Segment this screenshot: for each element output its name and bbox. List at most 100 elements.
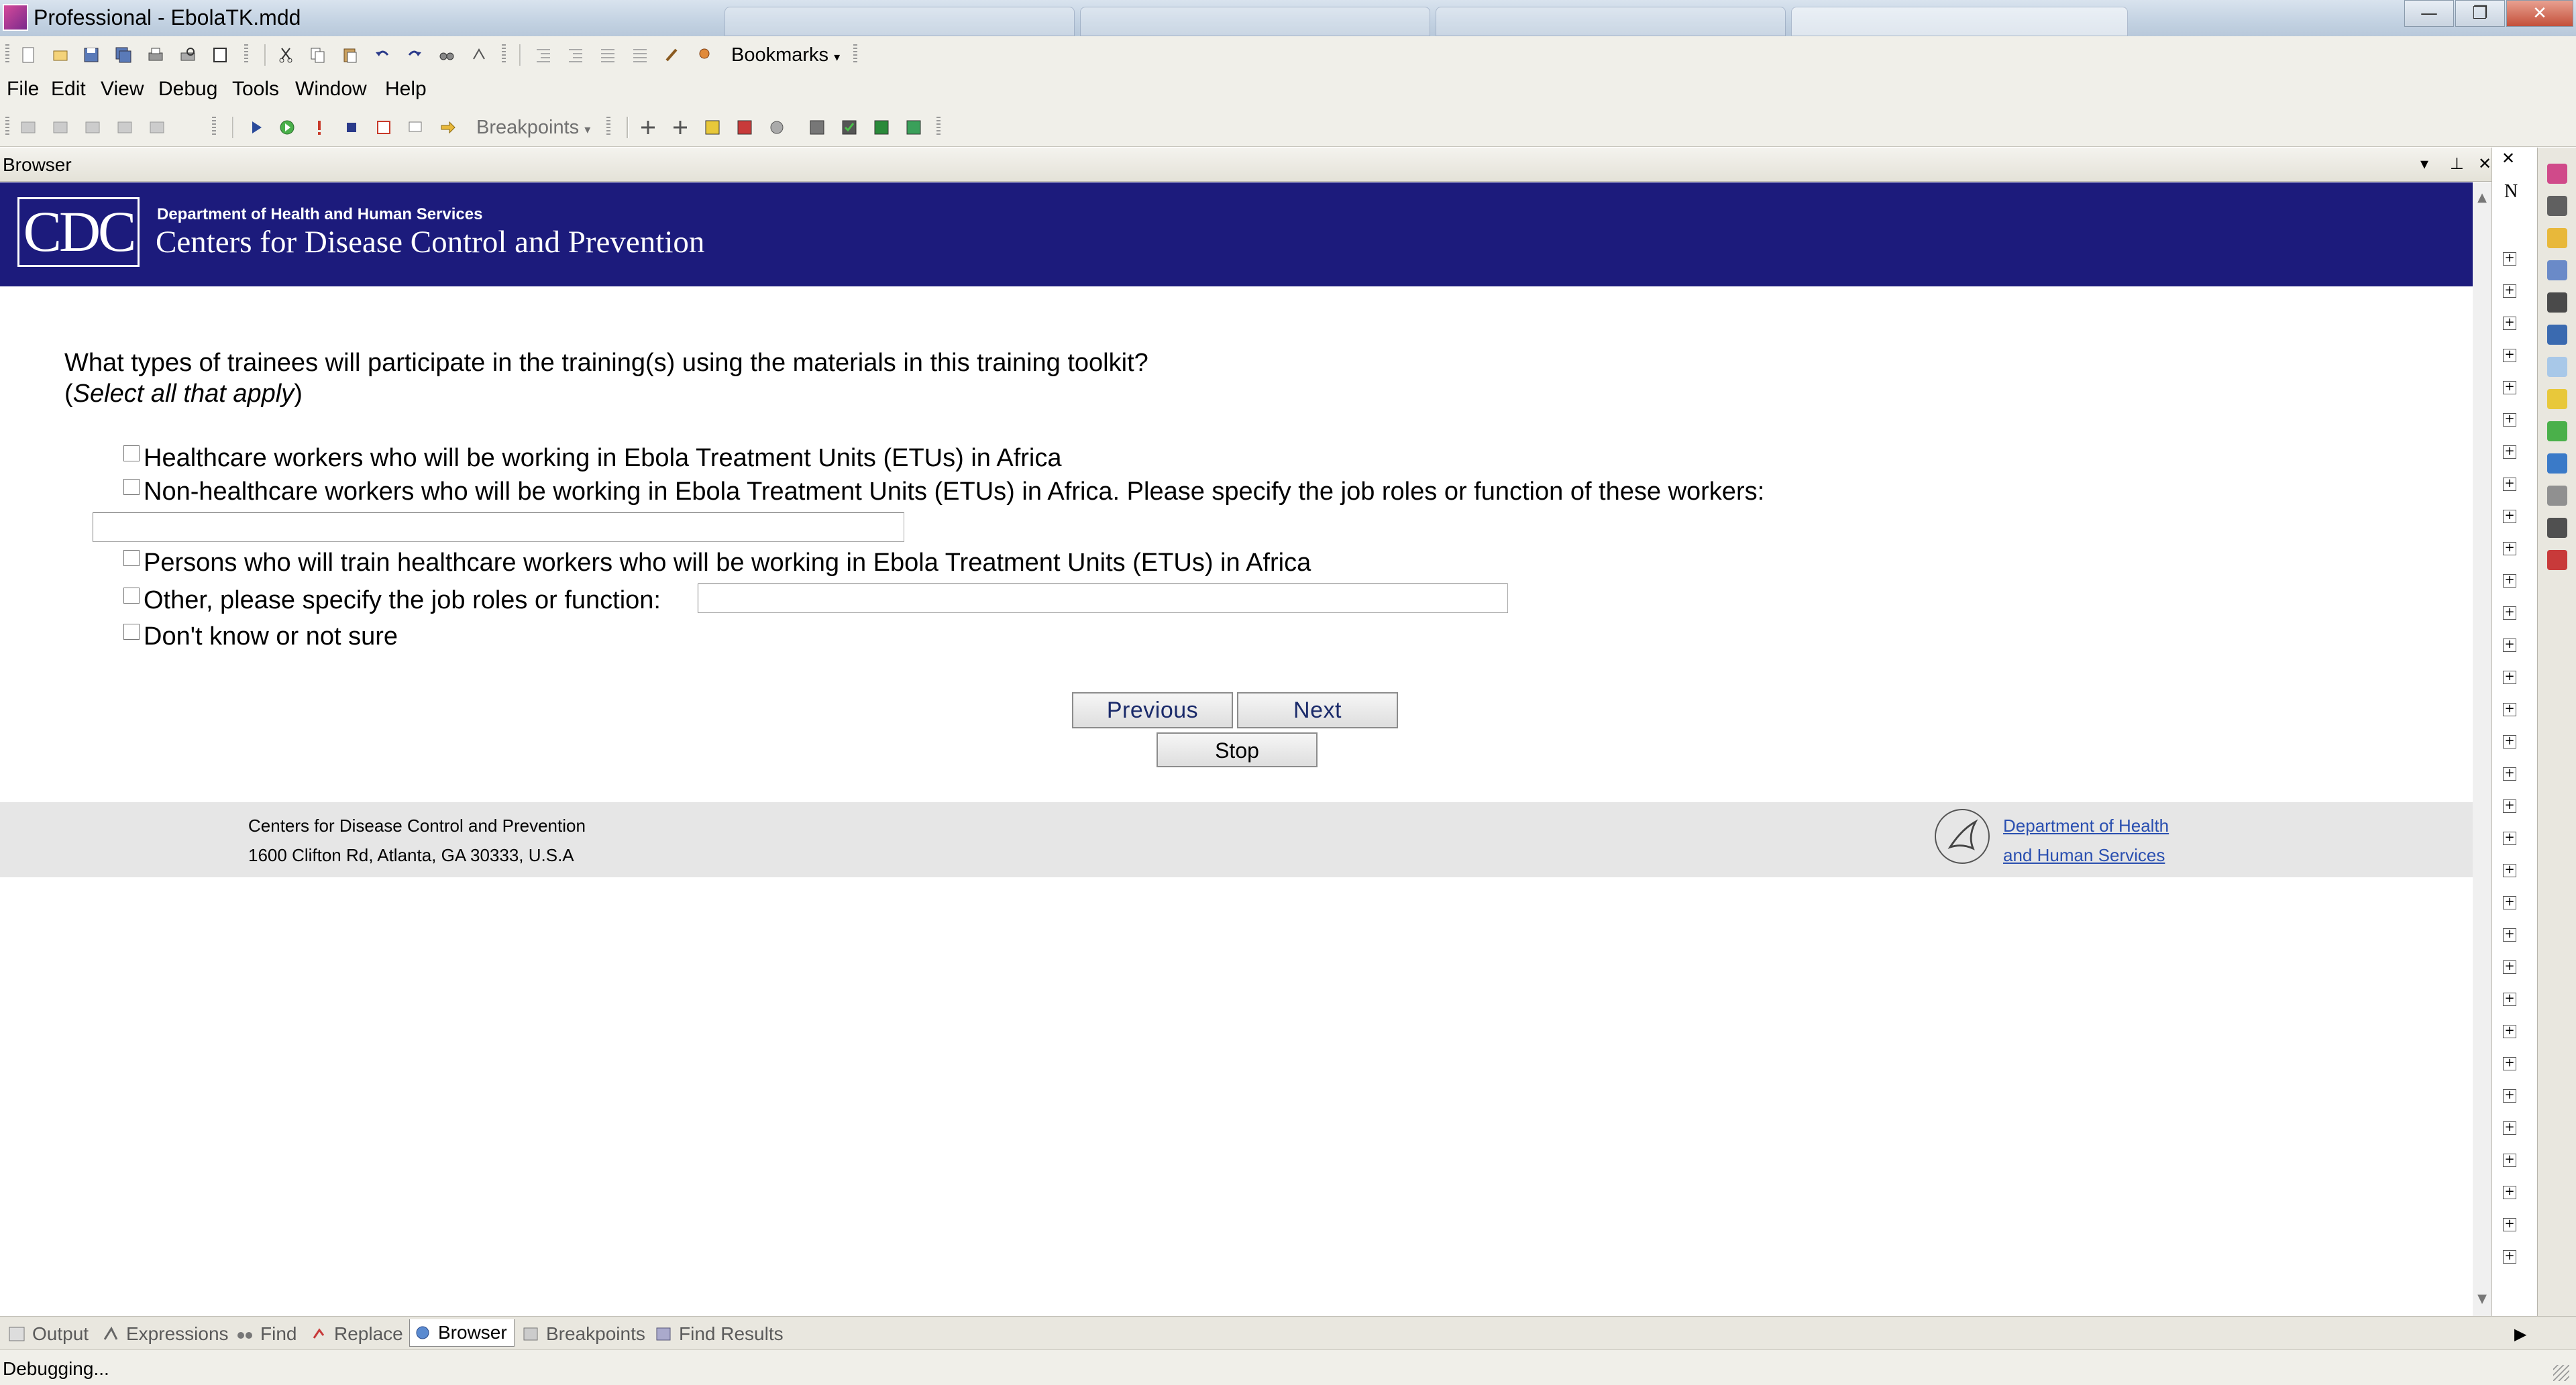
toolbar-overflow[interactable]	[606, 117, 610, 137]
option-dont-know[interactable]: Don't know or not sure	[123, 622, 398, 651]
replace-icon[interactable]	[470, 46, 488, 64]
expand-node-icon[interactable]: +	[2503, 639, 2516, 652]
comment-icon[interactable]	[598, 46, 617, 64]
show-next-icon[interactable]	[407, 118, 425, 137]
dock-tool-icon[interactable]	[2547, 518, 2567, 538]
checkbox[interactable]	[123, 479, 140, 495]
expand-node-icon[interactable]: +	[2503, 413, 2516, 427]
minimize-button[interactable]: —	[2404, 0, 2454, 27]
menu-help[interactable]: Help	[385, 78, 427, 101]
hhs-link[interactable]: and Human Services	[2003, 845, 2165, 866]
save-icon[interactable]	[82, 46, 101, 64]
toolbar-overflow[interactable]	[212, 117, 216, 137]
expand-node-icon[interactable]: +	[2503, 381, 2516, 394]
settings-icon[interactable]	[767, 118, 786, 137]
option-other[interactable]: Other, please specify the job roles or f…	[123, 586, 661, 615]
expand-node-icon[interactable]: +	[2503, 478, 2516, 491]
expand-node-icon[interactable]: +	[2503, 767, 2516, 781]
dock-tool-icon[interactable]	[2547, 486, 2567, 506]
expand-node-icon[interactable]: +	[2503, 735, 2516, 749]
checkbox[interactable]	[123, 445, 140, 461]
non-healthcare-specify-input[interactable]	[93, 512, 904, 542]
scroll-down-icon[interactable]: ▼	[2473, 1289, 2491, 1309]
dock-tool-icon[interactable]	[2547, 550, 2567, 570]
find-icon[interactable]	[437, 46, 456, 64]
outdent-icon[interactable]	[534, 46, 553, 64]
print-preview-icon[interactable]	[178, 46, 197, 64]
dock-tool-icon[interactable]	[2547, 421, 2567, 441]
vertical-scrollbar[interactable]: ▲ ▼	[2473, 182, 2491, 1316]
restart-icon[interactable]	[374, 118, 393, 137]
menu-file[interactable]: File	[7, 78, 39, 101]
page-setup-icon[interactable]	[211, 46, 229, 64]
collapse-all-icon[interactable]	[671, 118, 690, 137]
expand-node-icon[interactable]: +	[2503, 1154, 2516, 1167]
stop-button[interactable]: Stop	[1157, 732, 1318, 767]
expand-node-icon[interactable]: +	[2503, 703, 2516, 716]
scroll-right-icon[interactable]: ▶	[2514, 1325, 2526, 1343]
insert-block-icon[interactable]	[83, 118, 102, 137]
expand-node-icon[interactable]: +	[2503, 1025, 2516, 1038]
checkbox[interactable]	[123, 624, 140, 640]
option-healthcare-workers[interactable]: Healthcare workers who will be working i…	[123, 444, 1062, 473]
toolbar-overflow[interactable]	[502, 44, 506, 64]
resize-grip-icon[interactable]	[2553, 1365, 2569, 1381]
hhs-link[interactable]: Department of Health	[2003, 816, 2169, 836]
dock-tool-icon[interactable]	[2547, 453, 2567, 474]
dock-tool-icon[interactable]	[2547, 196, 2567, 216]
indent-icon[interactable]	[566, 46, 585, 64]
expand-node-icon[interactable]: +	[2503, 606, 2516, 620]
toolbar-grip[interactable]	[5, 44, 9, 64]
expand-node-icon[interactable]: +	[2503, 252, 2516, 266]
expand-node-icon[interactable]: +	[2503, 896, 2516, 909]
locals-icon[interactable]	[703, 118, 722, 137]
cut-icon[interactable]	[276, 46, 295, 64]
tab-replace[interactable]: Replace	[306, 1321, 403, 1347]
expand-node-icon[interactable]: +	[2503, 510, 2516, 523]
dock-tool-icon[interactable]	[2547, 260, 2567, 280]
tab-expressions[interactable]: Expressions	[98, 1321, 229, 1347]
redo-icon[interactable]	[405, 46, 424, 64]
toolbar-grip[interactable]	[5, 117, 9, 137]
insert-grid-icon[interactable]	[115, 118, 134, 137]
expand-all-icon[interactable]	[639, 118, 657, 137]
menu-view[interactable]: View	[101, 78, 144, 101]
pane-menu-icon[interactable]: ▾	[2420, 154, 2428, 173]
copy-icon[interactable]	[309, 46, 327, 64]
breakpoints-dropdown[interactable]: Breakpoints ▾	[474, 117, 593, 139]
go-to-icon[interactable]	[439, 118, 458, 137]
toolbar-overflow[interactable]	[936, 117, 941, 137]
expand-node-icon[interactable]: +	[2503, 864, 2516, 877]
expand-node-icon[interactable]: +	[2503, 574, 2516, 588]
outline-close-icon[interactable]: ✕	[2502, 149, 2515, 168]
expand-node-icon[interactable]: +	[2503, 928, 2516, 942]
dock-tool-icon[interactable]	[2547, 228, 2567, 248]
option-trainers[interactable]: Persons who will train healthcare worker…	[123, 549, 1311, 577]
expand-node-icon[interactable]: +	[2503, 1250, 2516, 1264]
expand-node-icon[interactable]: +	[2503, 1121, 2516, 1135]
scroll-up-icon[interactable]: ▲	[2473, 188, 2491, 208]
toolbar-overflow[interactable]	[853, 44, 857, 64]
step-icon[interactable]	[310, 118, 329, 137]
new-file-icon[interactable]	[19, 46, 38, 64]
expand-node-icon[interactable]: +	[2503, 542, 2516, 555]
expand-node-icon[interactable]: +	[2503, 284, 2516, 298]
metadata-icon[interactable]	[735, 118, 754, 137]
save-all-icon[interactable]	[114, 46, 133, 64]
pin-icon[interactable]: ⊥	[2450, 154, 2464, 173]
previous-button[interactable]: Previous	[1072, 692, 1233, 728]
play-icon[interactable]	[247, 118, 266, 137]
window-layout-icon[interactable]	[808, 118, 826, 137]
open-file-icon[interactable]	[51, 46, 70, 64]
checkbox[interactable]	[123, 550, 140, 566]
maximize-button[interactable]: ❐	[2455, 0, 2505, 27]
dock-tool-icon[interactable]	[2547, 357, 2567, 377]
expand-node-icon[interactable]: +	[2503, 993, 2516, 1006]
dock-tool-icon[interactable]	[2547, 164, 2567, 184]
expand-node-icon[interactable]: +	[2503, 832, 2516, 845]
insert-loop-icon[interactable]	[51, 118, 70, 137]
next-button[interactable]: Next	[1237, 692, 1398, 728]
run-icon[interactable]	[278, 118, 297, 137]
tab-find[interactable]: Find	[232, 1321, 297, 1347]
tab-output[interactable]: Output	[4, 1321, 89, 1347]
